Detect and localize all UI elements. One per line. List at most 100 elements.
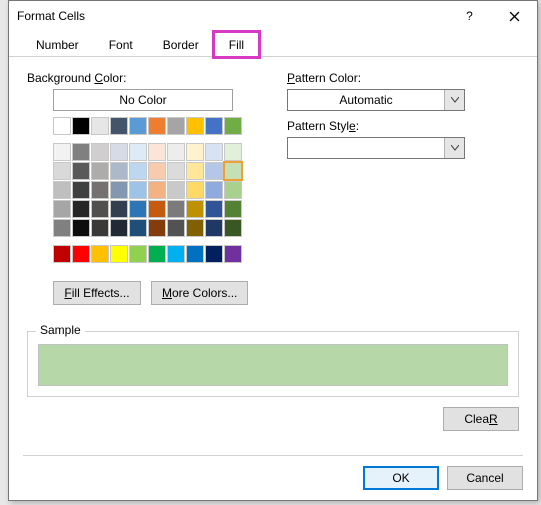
- titlebar: Format Cells ?: [9, 1, 537, 31]
- color-swatch[interactable]: [53, 219, 71, 237]
- color-swatch[interactable]: [148, 219, 166, 237]
- more-colors-button[interactable]: More Colors...: [151, 281, 248, 305]
- format-cells-dialog: Format Cells ? Number Font Border Fill B…: [8, 0, 538, 501]
- color-swatch[interactable]: [110, 219, 128, 237]
- color-swatch[interactable]: [167, 181, 185, 199]
- color-swatch[interactable]: [205, 200, 223, 218]
- color-swatch[interactable]: [205, 117, 223, 135]
- color-swatch[interactable]: [72, 117, 90, 135]
- tab-strip: Number Font Border Fill: [9, 31, 537, 57]
- color-swatch[interactable]: [91, 162, 109, 180]
- color-swatch[interactable]: [205, 143, 223, 161]
- color-swatch[interactable]: [186, 117, 204, 135]
- no-color-button[interactable]: No Color: [53, 89, 233, 111]
- color-swatch[interactable]: [110, 181, 128, 199]
- color-swatch[interactable]: [91, 117, 109, 135]
- color-swatch[interactable]: [110, 162, 128, 180]
- color-swatch[interactable]: [110, 245, 128, 263]
- color-swatch[interactable]: [110, 143, 128, 161]
- color-swatch[interactable]: [110, 117, 128, 135]
- color-swatch[interactable]: [205, 162, 223, 180]
- color-swatch[interactable]: [186, 245, 204, 263]
- chevron-down-icon: [444, 138, 464, 158]
- close-button[interactable]: [492, 1, 537, 31]
- pattern-color-combo[interactable]: Automatic: [287, 89, 465, 111]
- color-swatch[interactable]: [91, 219, 109, 237]
- color-swatch[interactable]: [167, 117, 185, 135]
- ok-button[interactable]: OK: [363, 466, 439, 490]
- color-swatch[interactable]: [129, 162, 147, 180]
- help-icon: ?: [466, 9, 473, 23]
- color-swatch[interactable]: [53, 181, 71, 199]
- color-swatch[interactable]: [53, 117, 71, 135]
- color-swatch[interactable]: [91, 181, 109, 199]
- pattern-color-label: Pattern Color:: [287, 71, 519, 85]
- tab-fill[interactable]: Fill: [214, 32, 259, 57]
- close-icon: [509, 11, 520, 22]
- tab-number[interactable]: Number: [21, 32, 94, 57]
- tab-font[interactable]: Font: [94, 32, 148, 57]
- pattern-style-combo[interactable]: [287, 137, 465, 159]
- color-swatch[interactable]: [167, 143, 185, 161]
- pattern-color-value: Automatic: [288, 93, 444, 107]
- clear-button[interactable]: CleaR: [443, 407, 519, 431]
- color-swatch[interactable]: [53, 162, 71, 180]
- sample-preview: [38, 344, 508, 386]
- color-swatch[interactable]: [167, 162, 185, 180]
- color-swatch[interactable]: [148, 143, 166, 161]
- chevron-down-icon: [444, 90, 464, 110]
- color-swatch[interactable]: [167, 200, 185, 218]
- color-swatch[interactable]: [72, 181, 90, 199]
- color-swatch[interactable]: [205, 219, 223, 237]
- color-swatch[interactable]: [72, 219, 90, 237]
- color-swatch[interactable]: [53, 245, 71, 263]
- color-swatch[interactable]: [186, 200, 204, 218]
- dialog-title: Format Cells: [17, 9, 447, 23]
- color-swatch[interactable]: [148, 181, 166, 199]
- color-swatch[interactable]: [224, 143, 242, 161]
- tab-border[interactable]: Border: [148, 32, 214, 57]
- color-swatch[interactable]: [186, 219, 204, 237]
- color-swatch[interactable]: [129, 219, 147, 237]
- color-swatch[interactable]: [72, 162, 90, 180]
- color-swatch[interactable]: [53, 200, 71, 218]
- color-swatch[interactable]: [129, 181, 147, 199]
- sample-label: Sample: [36, 323, 85, 337]
- color-swatch[interactable]: [186, 162, 204, 180]
- cancel-button[interactable]: Cancel: [447, 466, 523, 490]
- color-swatch[interactable]: [72, 143, 90, 161]
- color-swatch[interactable]: [224, 245, 242, 263]
- help-button[interactable]: ?: [447, 1, 492, 31]
- color-swatch[interactable]: [186, 181, 204, 199]
- color-swatch[interactable]: [148, 162, 166, 180]
- color-swatch[interactable]: [53, 143, 71, 161]
- color-swatch[interactable]: [91, 200, 109, 218]
- color-swatch[interactable]: [148, 245, 166, 263]
- color-swatch[interactable]: [91, 245, 109, 263]
- color-swatch[interactable]: [129, 143, 147, 161]
- color-swatch[interactable]: [167, 219, 185, 237]
- color-swatch[interactable]: [167, 245, 185, 263]
- color-swatch[interactable]: [205, 181, 223, 199]
- theme-color-row-0: [53, 117, 257, 135]
- color-swatch[interactable]: [110, 200, 128, 218]
- standard-color-row: [53, 245, 257, 263]
- color-swatch[interactable]: [224, 219, 242, 237]
- footer-separator: [23, 455, 523, 456]
- color-swatch[interactable]: [129, 117, 147, 135]
- color-swatch[interactable]: [129, 245, 147, 263]
- color-swatch[interactable]: [186, 143, 204, 161]
- dialog-body: Background Color: No Color Fill Effects.…: [9, 57, 537, 439]
- color-swatch[interactable]: [72, 200, 90, 218]
- color-swatch[interactable]: [129, 200, 147, 218]
- color-swatch[interactable]: [72, 245, 90, 263]
- color-swatch[interactable]: [224, 200, 242, 218]
- color-swatch[interactable]: [224, 117, 242, 135]
- fill-effects-button[interactable]: Fill Effects...: [53, 281, 141, 305]
- color-swatch[interactable]: [205, 245, 223, 263]
- color-swatch[interactable]: [148, 117, 166, 135]
- color-swatch[interactable]: [224, 162, 242, 180]
- color-swatch[interactable]: [224, 181, 242, 199]
- color-swatch[interactable]: [91, 143, 109, 161]
- color-swatch[interactable]: [148, 200, 166, 218]
